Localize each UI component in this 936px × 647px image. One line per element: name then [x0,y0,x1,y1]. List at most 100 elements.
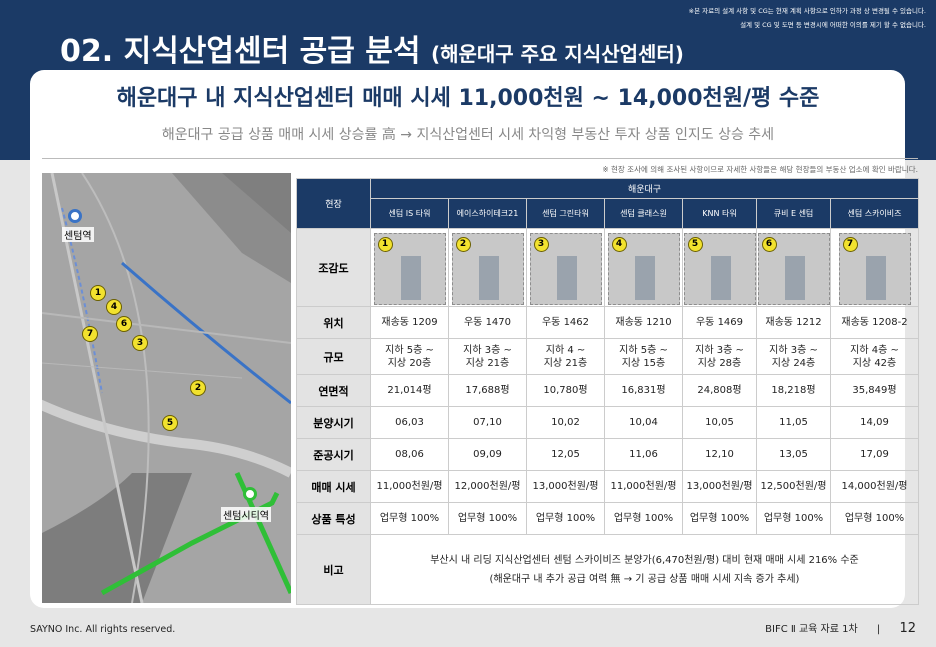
row-label-scale: 규모 [296,338,371,375]
scale-below: 지하 5층 ~ [619,344,668,356]
scale-above: 지상 42층 [852,357,897,369]
location-cell: 우동 1462 [526,306,605,339]
feature-cell: 업무형 100% [604,502,683,535]
remark-cell: 부산시 내 리딩 지식산업센터 센텀 스카이비즈 분양가(6,470천원/평) … [370,534,919,605]
sale-cell: 10,04 [604,406,683,439]
row-label-price: 매매 시세 [296,470,371,503]
scale-above: 지상 20층 [387,357,432,369]
price-cell: 13,000천원/평 [682,470,757,503]
aerial-photo-cell: 4 [604,228,683,307]
scale-cell: 지하 3층 ~ 지상 28층 [682,338,757,375]
table-row: 상품 특성 업무형 100% 업무형 100% 업무형 100% 업무형 100… [296,502,919,535]
scale-below: 지하 3층 ~ [463,344,512,356]
area-cell: 16,831평 [604,374,683,407]
area-cell: 35,849평 [830,374,919,407]
site-header: 큐비 E 센텀 [756,198,831,229]
map-pin-3: 3 [132,335,148,351]
table-row: 위치 재송동 1209 우동 1470 우동 1462 재송동 1210 우동 … [296,306,919,339]
footer-right: BIFC Ⅱ 교육 자료 1차 | 12 [765,620,916,636]
table-row: 연면적 21,014평 17,688평 10,780평 16,831평 24,8… [296,374,919,407]
building-shape [634,255,655,300]
row-label-location: 위치 [296,306,371,339]
page-title-main: 02. 지식산업센터 공급 분석 [60,34,421,69]
site-number: 5 [687,236,703,252]
building-shape [400,255,421,300]
page-number: 12 [899,621,916,636]
scale-cell: 지하 3층 ~ 지상 24층 [756,338,831,375]
aerial-photo-placeholder: 7 [838,232,911,305]
building-shape [556,255,577,300]
site-header: 센텀 스카이비즈 [830,198,919,229]
page-title: 02. 지식산업센터 공급 분석 (해운대구 주요 지식산업센터) [60,26,684,70]
sale-cell: 11,05 [756,406,831,439]
scale-cell: 지하 5층 ~ 지상 20층 [370,338,449,375]
location-cell: 우동 1470 [448,306,527,339]
site-header: 센텀 IS 타워 [370,198,449,229]
aerial-photo-cell: 3 [526,228,605,307]
row-label-sale: 분양시기 [296,406,371,439]
price-cell: 14,000천원/평 [830,470,919,503]
site-header: 센텀 클래스원 [604,198,683,229]
map-pin-5: 5 [162,415,178,431]
complete-cell: 17,09 [830,438,919,471]
table-row: 분양시기 06,03 07,10 10,02 10,04 10,05 11,05… [296,406,919,439]
building-shape [478,255,499,300]
complete-cell: 08,06 [370,438,449,471]
area-cell: 24,808평 [682,374,757,407]
scale-below: 지하 4 ~ [545,344,586,356]
site-number: 4 [611,236,627,252]
feature-cell: 업무형 100% [756,502,831,535]
location-map: 센텀역 센텀시티역 1 4 6 7 3 2 5 [42,173,291,603]
location-cell: 재송동 1212 [756,306,831,339]
area-cell: 17,688평 [448,374,527,407]
map-pin-7: 7 [82,326,98,342]
aerial-photo-placeholder: 3 [529,232,602,305]
aerial-photo-placeholder: 5 [683,232,756,305]
map-pin-6: 6 [116,316,132,332]
complete-cell: 12,05 [526,438,605,471]
station-label-top: 센텀역 [62,227,94,242]
station-label-bottom: 센텀시티역 [221,507,271,522]
table-row: 규모 지하 5층 ~ 지상 20층 지하 3층 ~ 지상 21층 지하 4 ~ 지상 … [296,338,919,375]
table-row: 매매 시세 11,000천원/평 12,000천원/평 13,000천원/평 1… [296,470,919,503]
sale-cell: 06,03 [370,406,449,439]
row-label-remark: 비고 [296,534,371,605]
price-cell: 13,000천원/평 [526,470,605,503]
aerial-photo-cell: 5 [682,228,757,307]
table-row: 비고 부산시 내 리딩 지식산업센터 센텀 스카이비즈 분양가(6,470천원/… [296,534,919,605]
aerial-photo-placeholder: 1 [373,232,446,305]
location-cell: 재송동 1208-2 [830,306,919,339]
site-number: 6 [761,236,777,252]
row-label-feature: 상품 특성 [296,502,371,535]
station-marker-top [68,209,82,223]
scale-above: 지상 24층 [771,357,816,369]
aerial-photo-cell: 6 [756,228,831,307]
complete-cell: 12,10 [682,438,757,471]
station-marker-bottom [243,487,257,501]
row-label-area: 연면적 [296,374,371,407]
site-number: 1 [377,236,393,252]
map-pin-1: 1 [90,285,106,301]
scale-above: 지상 21층 [543,357,588,369]
scale-cell: 지하 3층 ~ 지상 21층 [448,338,527,375]
disclaimer-line-1: ※본 자료의 설계 사항 및 CG는 현재 계획 사항으로 인하가 과정 상 변… [688,7,926,15]
complete-cell: 13,05 [756,438,831,471]
sale-cell: 07,10 [448,406,527,439]
aerial-photo-placeholder: 4 [607,232,680,305]
price-cell: 11,000천원/평 [370,470,449,503]
complete-cell: 11,06 [604,438,683,471]
scale-below: 지하 4층 ~ [850,344,899,356]
site-header: KNN 타워 [682,198,757,229]
scale-cell: 지하 4층 ~ 지상 42층 [830,338,919,375]
site-number: 3 [533,236,549,252]
feature-cell: 업무형 100% [830,502,919,535]
map-pin-2: 2 [190,380,206,396]
aerial-photo-placeholder: 2 [451,232,524,305]
aerial-photo-placeholder: 6 [757,232,830,305]
footer-copyright: SAYNO Inc. All rights reserved. [30,624,176,635]
table-row: 조감도 1 2 3 4 5 6 7 [296,228,919,307]
scale-cell: 지하 5층 ~ 지상 15층 [604,338,683,375]
sale-cell: 10,02 [526,406,605,439]
table-row: 준공시기 08,06 09,09 12,05 11,06 12,10 13,05… [296,438,919,471]
feature-cell: 업무형 100% [682,502,757,535]
